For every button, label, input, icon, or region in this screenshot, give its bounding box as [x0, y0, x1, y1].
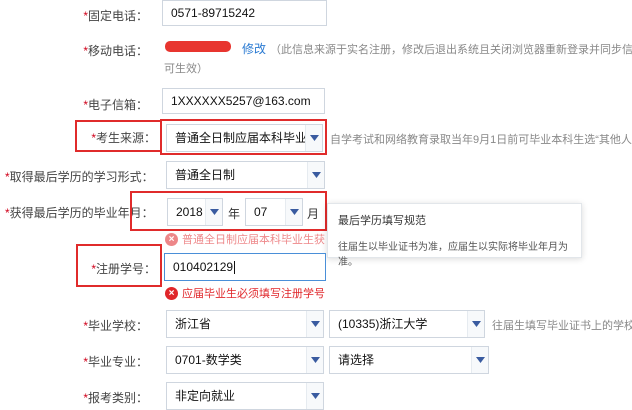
- required-asterisk: *: [83, 391, 88, 405]
- grad-month-select[interactable]: 07: [245, 198, 303, 226]
- major-select[interactable]: 0701-数学类: [166, 346, 324, 374]
- candidate-source-value: 普通全日制应届本科毕业生: [175, 131, 320, 145]
- fixed-phone-input[interactable]: 0571-89715242: [162, 0, 327, 26]
- required-asterisk: *: [83, 9, 88, 23]
- chevron-down-icon: [307, 162, 324, 188]
- school-note: 往届生填写毕业证书上的学校: [492, 320, 632, 332]
- study-form-value: 普通全日制: [175, 168, 236, 182]
- candidate-source-select[interactable]: 普通全日制应届本科毕业生: [166, 124, 323, 152]
- chevron-down-icon: [467, 311, 484, 337]
- grad-year-value: 2018: [176, 205, 203, 219]
- major-sub-value: 请选择: [338, 353, 375, 367]
- grad-date-label: *获得最后学历的毕业年月：: [5, 206, 154, 220]
- grad-year-select[interactable]: 2018: [167, 198, 223, 226]
- candidate-source-note: 自学考试和网络教育录取当年9月1日前可毕业本科生选“其他人员”: [330, 134, 632, 146]
- modify-mobile-link[interactable]: 修改: [242, 40, 266, 57]
- required-asterisk: *: [91, 131, 96, 145]
- grad-month-value: 07: [254, 205, 268, 219]
- chevron-down-icon: [306, 311, 323, 337]
- grad-date-error-text: 普通全日制应届本科毕业生获: [182, 234, 325, 246]
- category-label: *报考类别：: [83, 391, 148, 405]
- tooltip-title: 最后学历填写规范: [338, 215, 426, 227]
- required-asterisk: *: [83, 355, 88, 369]
- study-form-select[interactable]: 普通全日制: [166, 161, 325, 189]
- email-input[interactable]: 1XXXXXX5257@163.com: [162, 88, 325, 114]
- province-value: 浙江省: [175, 317, 212, 331]
- chevron-down-icon: [306, 347, 323, 373]
- text-cursor: [234, 261, 236, 275]
- school-value: (10335)浙江大学: [338, 317, 428, 331]
- error-icon: ×: [165, 232, 178, 246]
- major-value: 0701-数学类: [175, 353, 242, 367]
- mobile-note-line1: （此信息来源于实名注册，修改后退出系统且关闭浏览器重新登录并同步信息: [270, 44, 632, 56]
- chevron-down-icon: [306, 383, 323, 409]
- email-label: *电子信箱：: [83, 98, 148, 112]
- reg-number-value: 010402129: [173, 260, 234, 274]
- required-asterisk: *: [91, 262, 96, 276]
- tooltip: 最后学历填写规范 往届生以毕业证书为准，应届生以实际将毕业年月为准。: [327, 203, 582, 268]
- major-sub-select[interactable]: 请选择: [329, 346, 489, 374]
- reg-number-label: *注册学号：: [91, 262, 156, 276]
- study-form-label: *取得最后学历的学习形式：: [5, 170, 154, 184]
- category-select[interactable]: 非定向就业: [166, 382, 324, 410]
- mobile-label: *移动电话：: [83, 44, 148, 58]
- school-select[interactable]: (10335)浙江大学: [329, 310, 485, 338]
- required-asterisk: *: [83, 44, 88, 58]
- required-asterisk: *: [83, 98, 88, 112]
- fixed-phone-label: *固定电话：: [83, 9, 148, 23]
- chevron-down-icon: [285, 199, 302, 225]
- month-unit: 月: [307, 207, 320, 221]
- province-select[interactable]: 浙江省: [166, 310, 324, 338]
- chevron-down-icon: [205, 199, 222, 225]
- chevron-down-icon: [305, 125, 322, 151]
- school-label: *毕业学校：: [83, 319, 148, 333]
- required-asterisk: *: [83, 319, 88, 333]
- mobile-masked-value: [165, 41, 231, 52]
- year-unit: 年: [228, 207, 241, 221]
- reg-number-error-text: 应届毕业生必须填写注册学号: [182, 288, 325, 300]
- reg-number-input[interactable]: 010402129: [164, 253, 326, 281]
- candidate-source-label: *考生来源：: [91, 131, 156, 145]
- reg-number-error: × 应届毕业生必须填写注册学号: [165, 285, 325, 301]
- chevron-down-icon: [471, 347, 488, 373]
- grad-date-error: × 普通全日制应届本科毕业生获: [165, 231, 325, 247]
- mobile-note-line2: 可生效）: [164, 63, 208, 75]
- tooltip-body: 往届生以毕业证书为准，应届生以实际将毕业年月为准。: [338, 242, 568, 268]
- required-asterisk: *: [5, 170, 10, 184]
- major-label: *毕业专业：: [83, 355, 148, 369]
- category-value: 非定向就业: [175, 389, 236, 403]
- required-asterisk: *: [5, 206, 10, 220]
- error-icon: ×: [165, 286, 178, 300]
